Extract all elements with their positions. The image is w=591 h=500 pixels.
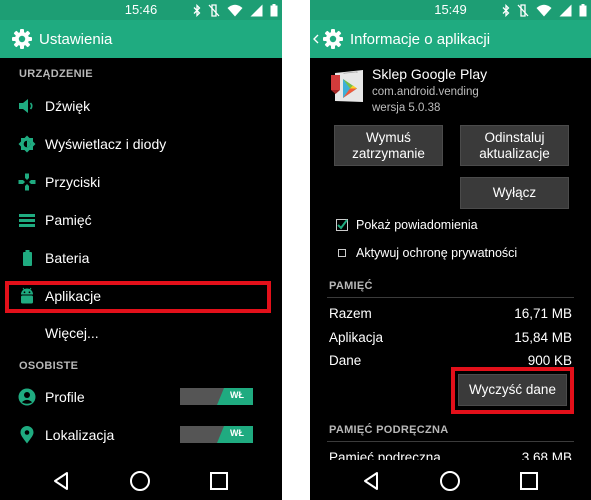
show-notifications-checkbox[interactable]: Pokaż powiadomienia	[336, 218, 478, 232]
storage-value: 16,71 MB	[514, 306, 572, 321]
force-stop-button[interactable]: Wymuś zatrzymanie	[334, 125, 443, 166]
settings-item-label: Dźwięk	[45, 98, 91, 114]
battery-status-icon	[270, 3, 278, 16]
storage-label: Aplikacja	[329, 330, 384, 345]
signal-icon	[559, 4, 572, 16]
highlight-box	[5, 281, 271, 313]
page-title: Informacje o aplikacji	[350, 30, 491, 48]
privacy-protection-checkbox[interactable]: Aktywuj ochronę prywatności	[336, 246, 517, 260]
wifi-icon	[536, 4, 552, 16]
profile-icon	[17, 387, 37, 407]
app-package: com.android.vending	[372, 86, 479, 98]
section-header-storage: PAMIĘĆ	[329, 280, 373, 292]
location-toggle[interactable]: WŁ	[180, 426, 253, 443]
settings-item-label: Wyświetlacz i diody	[45, 136, 167, 152]
force-stop-label: Wymuś zatrzymanie	[352, 129, 425, 161]
gear-icon	[12, 29, 32, 49]
settings-item-label: Profile	[45, 389, 85, 405]
toggle-label: WŁ	[230, 428, 244, 438]
privacy-protection-label: Aktywuj ochronę prywatności	[356, 246, 518, 260]
app-info-screen: 15:49 Informacje o aplikacji Sklep Googl…	[310, 0, 591, 500]
uninstall-updates-label: Odinstaluj aktualizacje	[479, 129, 550, 161]
settings-item-label: Przyciski	[45, 174, 101, 190]
status-bar: 15:46	[0, 0, 282, 20]
toggle-label: WŁ	[230, 390, 244, 400]
bluetooth-icon	[502, 3, 510, 17]
action-bar: Informacje o aplikacji	[310, 20, 591, 58]
settings-item-sound[interactable]: Dźwięk	[0, 91, 282, 121]
disable-button[interactable]: Wyłącz	[460, 177, 569, 209]
back-icon[interactable]	[360, 470, 382, 492]
bluetooth-icon	[193, 3, 201, 17]
storage-icon	[17, 210, 37, 230]
status-icons	[193, 3, 278, 17]
navigation-bar	[310, 460, 591, 500]
storage-value: 900 KB	[527, 353, 572, 368]
checkbox-checked-icon	[336, 219, 348, 231]
battery-icon	[17, 248, 37, 268]
highlight-box	[451, 367, 574, 414]
play-store-app-icon	[331, 70, 363, 102]
storage-row-app: Aplikacja 15,84 MB	[329, 330, 572, 345]
home-icon[interactable]	[439, 470, 461, 492]
battery-status-icon	[579, 3, 587, 16]
page-title: Ustawienia	[39, 30, 113, 48]
volume-icon	[17, 96, 37, 116]
settings-item-label: Bateria	[45, 250, 90, 266]
gear-icon	[323, 29, 343, 49]
wifi-icon	[227, 4, 243, 16]
recents-icon[interactable]	[208, 470, 230, 492]
settings-item-battery[interactable]: Bateria	[0, 243, 282, 273]
status-bar: 15:49	[310, 0, 591, 20]
storage-label: Razem	[329, 306, 372, 321]
disable-label: Wyłącz	[492, 185, 537, 200]
section-divider	[327, 441, 574, 442]
settings-screen: 15:46 Ustawienia URZĄDZENIE Dźwięk Wyświ…	[0, 0, 282, 500]
signal-icon	[250, 4, 263, 16]
show-notifications-label: Pokaż powiadomienia	[356, 218, 478, 232]
storage-row-total: Razem 16,71 MB	[329, 306, 572, 321]
section-divider	[327, 297, 574, 298]
recents-icon[interactable]	[518, 470, 540, 492]
navigation-bar	[0, 460, 282, 500]
settings-item-label: Lokalizacja	[45, 427, 115, 443]
storage-label: Dane	[329, 353, 362, 368]
status-icons	[502, 3, 587, 17]
action-bar: Ustawienia	[0, 20, 282, 58]
section-header-personal: OSOBISTE	[19, 360, 79, 372]
app-name: Sklep Google Play	[372, 66, 488, 82]
section-header-cache: PAMIĘĆ PODRĘCZNA	[329, 424, 449, 436]
storage-value: 15,84 MB	[514, 330, 572, 345]
section-header-device: URZĄDZENIE	[19, 68, 93, 80]
profiles-toggle[interactable]: WŁ	[180, 388, 253, 405]
no-vibrate-icon	[208, 3, 220, 17]
settings-item-label: Więcej...	[45, 325, 99, 341]
settings-item-buttons[interactable]: Przyciski	[0, 167, 282, 197]
settings-item-storage[interactable]: Pamięć	[0, 205, 282, 235]
checkbox-unchecked-icon	[338, 249, 346, 257]
brightness-icon	[17, 134, 37, 154]
settings-item-label: Pamięć	[45, 212, 92, 228]
storage-row-data: Dane 900 KB	[329, 353, 572, 368]
location-icon	[17, 425, 37, 445]
back-icon[interactable]	[50, 470, 72, 492]
app-version: wersja 5.0.38	[372, 102, 441, 114]
settings-item-display[interactable]: Wyświetlacz i diody	[0, 129, 282, 159]
home-icon[interactable]	[129, 470, 151, 492]
gamepad-icon	[17, 172, 37, 192]
uninstall-updates-button[interactable]: Odinstaluj aktualizacje	[460, 125, 569, 166]
no-vibrate-icon	[517, 3, 529, 17]
settings-item-more[interactable]: Więcej...	[0, 318, 282, 348]
back-chevron-icon[interactable]	[313, 34, 319, 44]
